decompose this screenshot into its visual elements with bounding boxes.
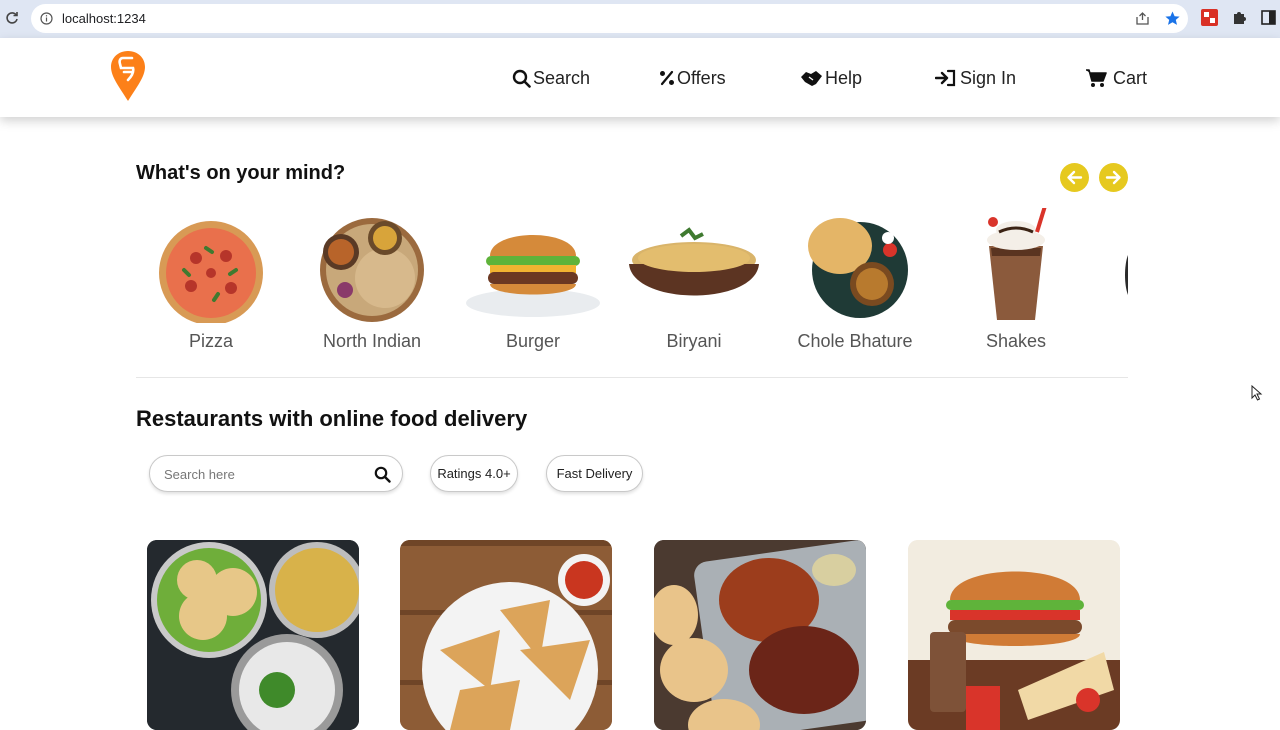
nav-help[interactable]: Help bbox=[800, 65, 862, 91]
scroll-left-button[interactable] bbox=[1060, 163, 1089, 192]
nav-cart[interactable]: Cart bbox=[1085, 65, 1147, 91]
section-divider bbox=[136, 377, 1128, 378]
food-item-label: Pizza bbox=[188, 331, 233, 351]
food-category-carousel: Pizza North Indian Burger Biryani Chole … bbox=[136, 200, 1128, 370]
restaurants-section-title: Restaurants with online food delivery bbox=[136, 406, 528, 431]
food-item-burger[interactable]: Burger bbox=[458, 200, 608, 360]
food-item-label: Chole Bhature bbox=[797, 331, 913, 351]
sign-in-icon bbox=[935, 69, 956, 87]
nav-signin[interactable]: Sign In bbox=[935, 65, 1016, 91]
scroll-right-button[interactable] bbox=[1099, 163, 1128, 192]
restaurant-card[interactable] bbox=[147, 540, 359, 730]
burger-image bbox=[466, 235, 600, 317]
restaurant-card[interactable] bbox=[654, 540, 866, 730]
handshake-icon bbox=[801, 70, 822, 86]
food-item-shakes[interactable]: Shakes bbox=[941, 200, 1091, 360]
restaurant-card-image bbox=[908, 540, 1120, 730]
address-bar[interactable]: localhost:1234 bbox=[31, 4, 1188, 33]
food-item-label: Burger bbox=[505, 331, 561, 351]
arrow-right-icon bbox=[1105, 170, 1121, 185]
cart-icon bbox=[1086, 69, 1107, 87]
food-item-label: Biryani bbox=[666, 331, 722, 351]
nav-offers[interactable]: Offers bbox=[659, 65, 726, 91]
nav-search[interactable]: Search bbox=[512, 65, 590, 91]
restaurant-card-image bbox=[654, 540, 866, 730]
pizza-image bbox=[159, 221, 263, 323]
food-item-north-indian[interactable]: North Indian bbox=[297, 200, 447, 360]
swiggy-logo[interactable] bbox=[110, 50, 146, 102]
search-icon bbox=[512, 69, 531, 88]
extension-icon[interactable] bbox=[1201, 9, 1218, 26]
side-panel-icon[interactable] bbox=[1261, 10, 1276, 25]
north-indian-image bbox=[320, 218, 424, 322]
biryani-image bbox=[629, 227, 759, 296]
shakes-image bbox=[987, 208, 1047, 320]
food-item-label: Shakes bbox=[985, 331, 1047, 351]
food-item-biryani[interactable]: Biryani bbox=[619, 200, 769, 360]
reload-icon[interactable] bbox=[3, 9, 21, 27]
restaurant-card[interactable] bbox=[908, 540, 1120, 730]
star-icon[interactable] bbox=[1164, 10, 1181, 27]
chole-bhature-image bbox=[808, 218, 908, 318]
nav-signin-label: Sign In bbox=[960, 67, 1017, 88]
filter-fast-delivery-button[interactable]: Fast Delivery bbox=[546, 455, 643, 492]
nav-offers-label: Offers bbox=[677, 67, 726, 88]
restaurant-search-input[interactable] bbox=[164, 465, 364, 483]
food-item-partial[interactable] bbox=[1124, 255, 1128, 295]
food-item-partial-image bbox=[1125, 255, 1128, 295]
restaurant-card[interactable] bbox=[400, 540, 612, 730]
mouse-cursor-icon bbox=[1251, 385, 1263, 401]
food-item-pizza[interactable]: Pizza bbox=[136, 200, 286, 360]
percent-icon bbox=[660, 70, 674, 86]
food-item-chole-bhature[interactable]: Chole Bhature bbox=[780, 200, 930, 360]
info-icon[interactable] bbox=[40, 12, 53, 25]
nav-help-label: Help bbox=[825, 67, 863, 88]
arrow-left-icon bbox=[1067, 170, 1083, 185]
share-icon[interactable] bbox=[1135, 11, 1150, 26]
restaurant-card-image bbox=[147, 540, 359, 730]
url-text: localhost:1234 bbox=[62, 11, 146, 26]
mind-section-title: What's on your mind? bbox=[136, 162, 346, 184]
nav-search-label: Search bbox=[533, 67, 591, 88]
browser-toolbar: localhost:1234 bbox=[0, 0, 1280, 38]
nav-cart-label: Cart bbox=[1113, 67, 1148, 88]
site-header: Search Offers Help Sign In Cart bbox=[0, 38, 1280, 117]
restaurant-card-image bbox=[400, 540, 612, 730]
search-icon[interactable] bbox=[374, 466, 391, 483]
restaurant-search-box bbox=[149, 455, 403, 492]
puzzle-icon[interactable] bbox=[1231, 9, 1248, 26]
filter-ratings-button[interactable]: Ratings 4.0+ bbox=[430, 455, 518, 492]
food-item-label: North Indian bbox=[322, 331, 422, 351]
